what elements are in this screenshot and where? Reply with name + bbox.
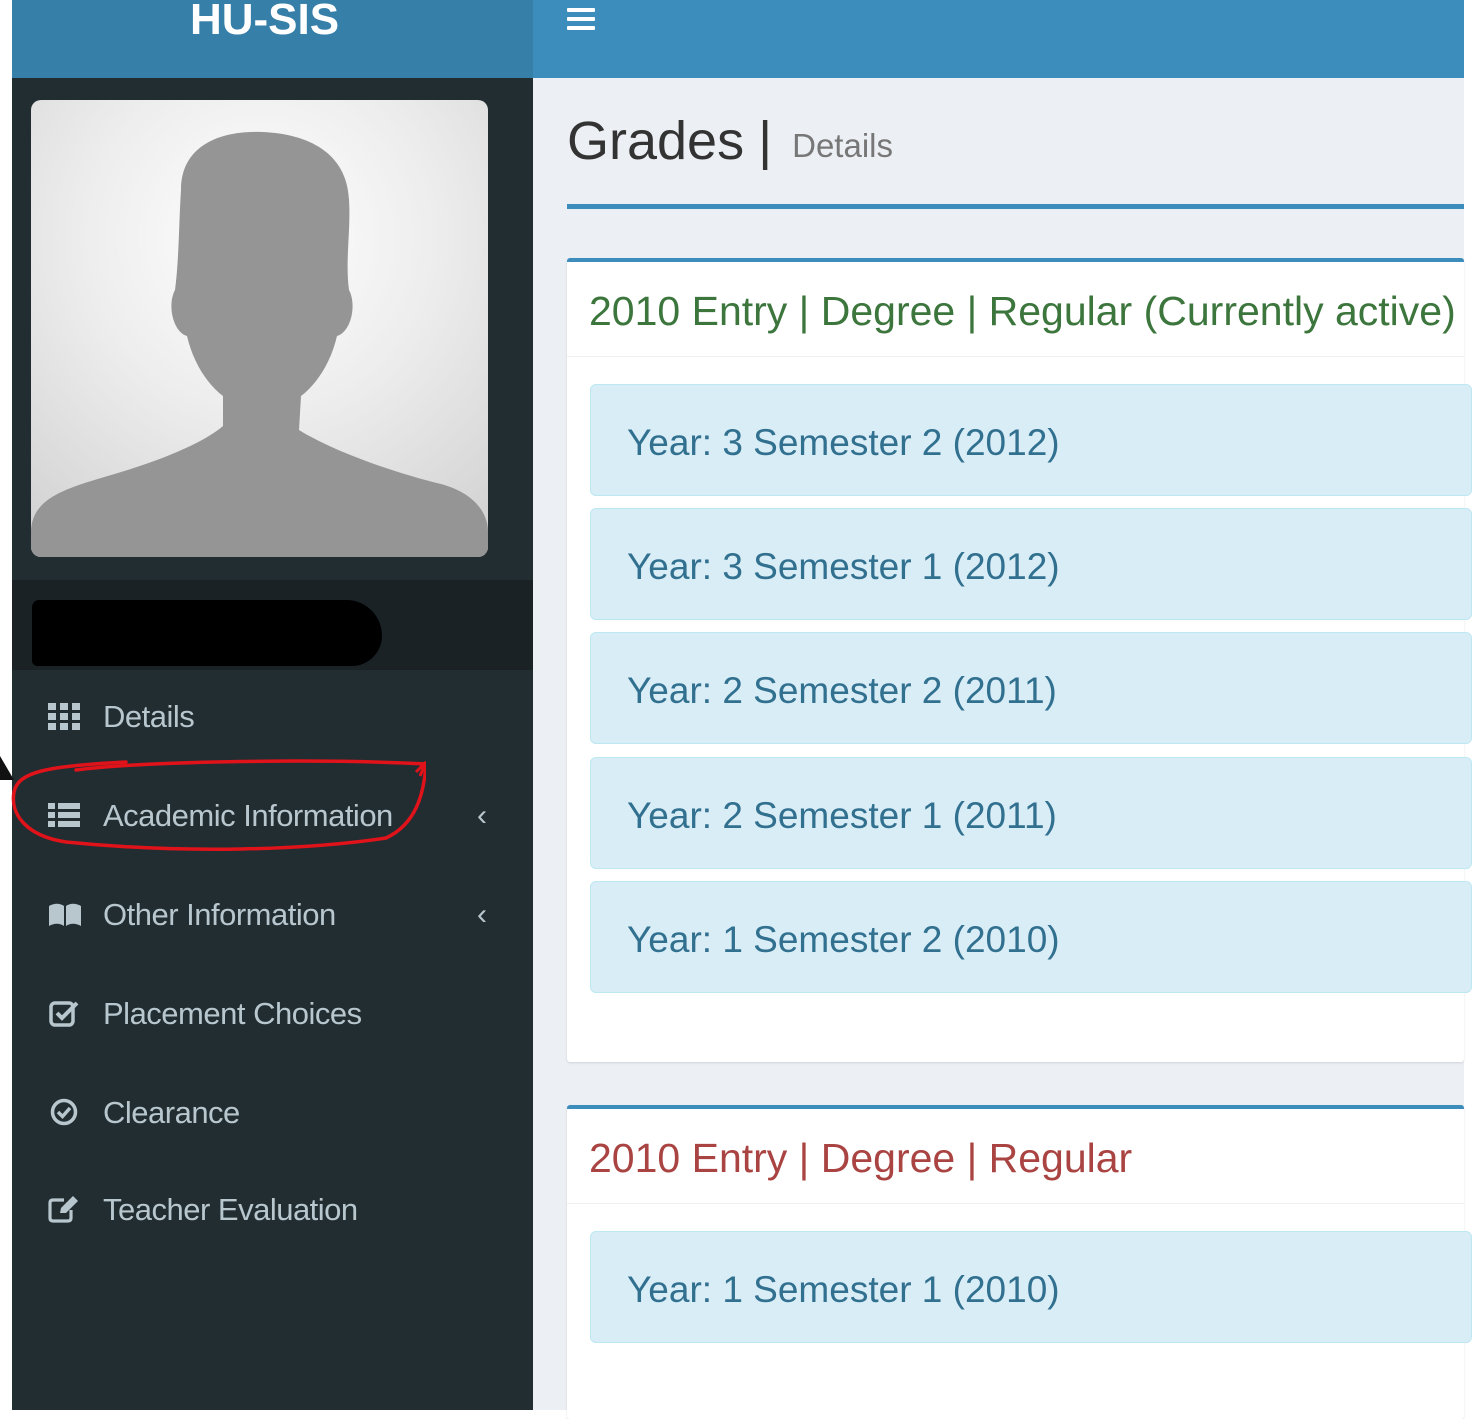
title-separator: | <box>758 111 773 171</box>
user-silhouette-icon <box>31 131 488 557</box>
semester-item[interactable]: Year: 2 Semester 1 (2011) <box>590 757 1472 869</box>
sidebar-item-placement-choices[interactable]: Placement Choices <box>12 967 533 1057</box>
top-navbar <box>533 0 1464 78</box>
page-subtitle: Details <box>792 127 893 164</box>
menu-toggle-icon[interactable] <box>567 8 595 32</box>
check-circle-icon <box>48 1098 80 1126</box>
sidebar: Details Academic Information ‹ Other Inf… <box>11 78 533 1410</box>
annotation-ring <box>11 759 426 851</box>
edit-icon <box>48 1195 80 1223</box>
chevron-left-icon: ‹ <box>477 799 487 832</box>
app-logo[interactable]: HU-SIS <box>12 0 533 78</box>
page-title-text: Grades <box>567 111 745 171</box>
grid-icon <box>48 702 80 730</box>
box-header: 2010 Entry | Degree | Regular <box>567 1109 1464 1204</box>
title-divider <box>567 204 1464 209</box>
sidebar-item-label: Details <box>103 699 195 734</box>
semester-item[interactable]: Year: 3 Semester 1 (2012) <box>590 508 1472 620</box>
sidebar-item-label: Clearance <box>103 1095 240 1130</box>
enrollment-box-regular: 2010 Entry | Degree | Regular Year: 1 Se… <box>567 1105 1472 1419</box>
sidebar-item-label: Teacher Evaluation <box>103 1192 358 1227</box>
semester-label: Year: 3 Semester 1 (2012) <box>627 546 1060 587</box>
box-header: 2010 Entry | Degree | Regular (Currently… <box>567 262 1464 357</box>
user-name-panel <box>12 580 533 670</box>
semester-item[interactable]: Year: 1 Semester 2 (2010) <box>590 881 1472 993</box>
semester-label: Year: 1 Semester 2 (2010) <box>627 919 1060 960</box>
page-title: Grades | Details <box>567 111 893 178</box>
avatar <box>31 100 488 557</box>
redacted-user-name <box>32 600 382 666</box>
semester-label: Year: 2 Semester 1 (2011) <box>627 795 1057 836</box>
sidebar-item-label: Placement Choices <box>103 996 362 1031</box>
chevron-left-icon: ‹ <box>477 898 487 931</box>
semester-label: Year: 3 Semester 2 (2012) <box>627 422 1060 463</box>
box-title: 2010 Entry | Degree | Regular (Currently… <box>589 288 1456 334</box>
semester-label: Year: 1 Semester 1 (2010) <box>627 1269 1060 1310</box>
app-title: HU-SIS <box>189 0 340 44</box>
sidebar-item-teacher-evaluation[interactable]: Teacher Evaluation <box>12 1163 533 1253</box>
book-icon <box>48 900 81 928</box>
semester-item[interactable]: Year: 3 Semester 2 (2012) <box>590 384 1472 496</box>
semester-item[interactable]: Year: 2 Semester 2 (2011) <box>590 632 1472 744</box>
box-title: 2010 Entry | Degree | Regular <box>589 1135 1133 1181</box>
enrollment-box-active: 2010 Entry | Degree | Regular (Currently… <box>567 258 1472 1062</box>
sidebar-item-label: Other Information <box>103 897 336 932</box>
semester-item[interactable]: Year: 1 Semester 1 (2010) <box>590 1231 1472 1343</box>
check-square-icon <box>48 999 80 1027</box>
sidebar-item-clearance[interactable]: Clearance <box>12 1066 533 1156</box>
mouse-pointer-icon <box>0 756 14 780</box>
main-content: Grades | Details 2010 Entry | Degree | Reg… <box>533 78 1472 1419</box>
sidebar-item-details[interactable]: Details <box>12 670 533 760</box>
sidebar-item-other-information[interactable]: Other Information ‹ <box>12 868 533 958</box>
semester-label: Year: 2 Semester 2 (2011) <box>627 670 1057 711</box>
